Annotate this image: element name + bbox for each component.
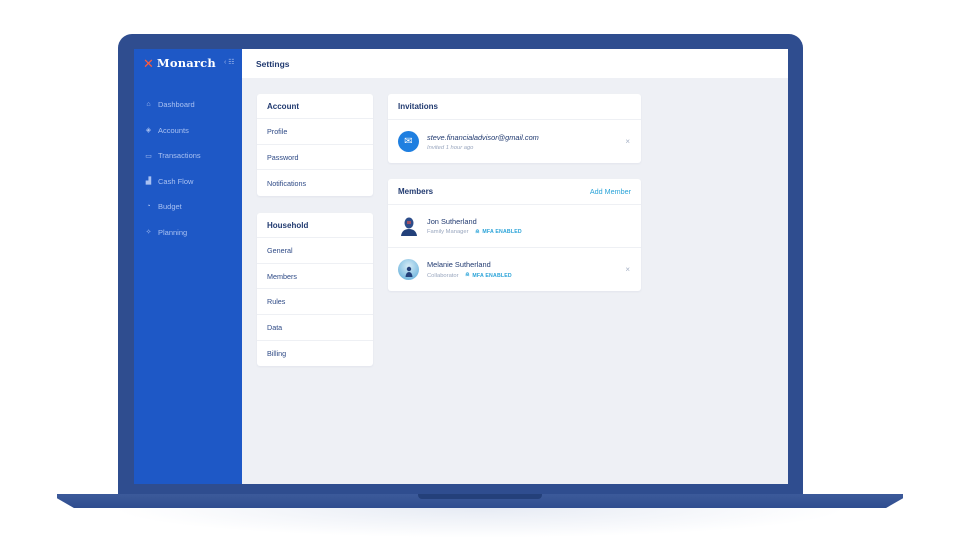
add-member-button[interactable]: Add Member bbox=[590, 187, 631, 196]
remove-member-close-icon[interactable]: × bbox=[625, 265, 630, 274]
sidebar-item-planning[interactable]: ✧ Planning bbox=[134, 220, 242, 246]
close-icon[interactable]: × bbox=[625, 137, 630, 146]
layers-icon: ◈ bbox=[145, 127, 152, 135]
menu-item-data[interactable]: Data bbox=[257, 315, 373, 341]
household-menu: Household General Members Rules Data Bil… bbox=[257, 213, 373, 367]
sidebar-item-label: Accounts bbox=[158, 125, 189, 135]
invitation-email: steve.financialadvisor@gmail.com bbox=[427, 132, 539, 142]
sidebar: ✕ Monarch ‹ ☷ ⌂ Dashboard ◈ Accounts ▭ T… bbox=[134, 49, 242, 484]
top-bar: Settings bbox=[242, 49, 788, 78]
mfa-badge-label: MFA ENABLED bbox=[482, 229, 522, 235]
sidebar-item-transactions[interactable]: ▭ Transactions bbox=[134, 143, 242, 169]
sidebar-item-budget[interactable]: ◔ Budget bbox=[134, 194, 242, 220]
menu-item-password[interactable]: Password bbox=[257, 145, 373, 171]
menu-item-profile[interactable]: Profile bbox=[257, 119, 373, 145]
invitations-header: Invitations bbox=[388, 94, 641, 120]
person-avatar-icon bbox=[400, 217, 417, 236]
card-icon: ▭ bbox=[145, 152, 152, 160]
bar-chart-icon: ▟ bbox=[145, 178, 152, 186]
sidebar-item-label: Planning bbox=[158, 227, 188, 237]
member-row[interactable]: Melanie Sutherland Collaborator ⍝ MFA EN… bbox=[388, 248, 641, 291]
invitations-title: Invitations bbox=[398, 102, 439, 111]
page-title: Settings bbox=[256, 58, 290, 69]
menu-item-members[interactable]: Members bbox=[257, 264, 373, 290]
household-menu-title: Household bbox=[257, 213, 373, 238]
mail-icon: ✉ bbox=[398, 131, 419, 152]
menu-item-general[interactable]: General bbox=[257, 238, 373, 264]
sidebar-nav: ⌂ Dashboard ◈ Accounts ▭ Transactions ▟ … bbox=[134, 92, 242, 245]
member-name: Melanie Sutherland bbox=[427, 260, 491, 269]
invitations-panel: Invitations ✉ steve.financialadvisor@gma… bbox=[388, 94, 641, 163]
member-role: Collaborator bbox=[427, 272, 459, 279]
member-role: Family Manager bbox=[427, 229, 469, 235]
menu-item-billing[interactable]: Billing bbox=[257, 341, 373, 367]
sidebar-item-label: Cash Flow bbox=[158, 176, 194, 186]
member-name: Jon Sutherland bbox=[427, 216, 477, 226]
main-content: Settings Account Profile Password Notifi… bbox=[242, 49, 788, 484]
account-menu-title: Account bbox=[257, 94, 373, 119]
avatar bbox=[398, 215, 419, 237]
sidebar-item-dashboard[interactable]: ⌂ Dashboard bbox=[134, 92, 242, 118]
invitation-status: Invited 1 hour ago bbox=[427, 144, 474, 151]
members-title: Members bbox=[398, 187, 434, 196]
collapse-icon[interactable]: ‹ ☷ bbox=[224, 58, 235, 66]
mfa-badge: ⍝ MFA ENABLED bbox=[466, 272, 512, 279]
lock-icon: ⍝ bbox=[465, 272, 470, 278]
member-meta: Family Manager ⍝ MFA ENABLED bbox=[427, 229, 522, 236]
pie-icon: ◔ bbox=[146, 203, 151, 211]
menu-item-rules[interactable]: Rules bbox=[257, 289, 373, 316]
laptop-notch bbox=[418, 494, 542, 499]
mfa-badge: ⍝ MFA ENABLED bbox=[476, 229, 522, 236]
sidebar-item-accounts[interactable]: ◈ Accounts bbox=[134, 118, 242, 144]
member-row[interactable]: Jon Sutherland Family Manager ⍝ MFA ENAB… bbox=[388, 205, 641, 248]
mfa-badge-label: MFA ENABLED bbox=[472, 272, 512, 279]
menu-item-notifications[interactable]: Notifications bbox=[257, 170, 373, 196]
monarch-logo-icon: ✕ bbox=[143, 55, 154, 71]
avatar bbox=[398, 259, 419, 280]
sidebar-item-cash-flow[interactable]: ▟ Cash Flow bbox=[134, 169, 242, 195]
app-screen: ✕ Monarch ‹ ☷ ⌂ Dashboard ◈ Accounts ▭ T… bbox=[134, 49, 788, 484]
brand-name: Monarch bbox=[156, 56, 216, 70]
sidebar-item-label: Budget bbox=[158, 202, 182, 212]
spark-icon: ✧ bbox=[145, 229, 152, 237]
invitation-row: ✉ steve.financialadvisor@gmail.com Invit… bbox=[388, 120, 641, 163]
account-menu: Account Profile Password Notifications bbox=[257, 94, 373, 197]
lock-icon: ⍝ bbox=[475, 228, 480, 235]
members-header: Members Add Member bbox=[388, 179, 641, 205]
home-icon: ⌂ bbox=[146, 101, 151, 109]
members-panel: Members Add Member Jon Sutherland Family… bbox=[388, 179, 641, 291]
sidebar-item-label: Dashboard bbox=[158, 100, 195, 110]
laptop-shadow bbox=[110, 508, 850, 538]
member-meta: Collaborator ⍝ MFA ENABLED bbox=[427, 272, 512, 279]
sidebar-item-label: Transactions bbox=[158, 151, 201, 161]
person-avatar-icon bbox=[405, 266, 412, 277]
